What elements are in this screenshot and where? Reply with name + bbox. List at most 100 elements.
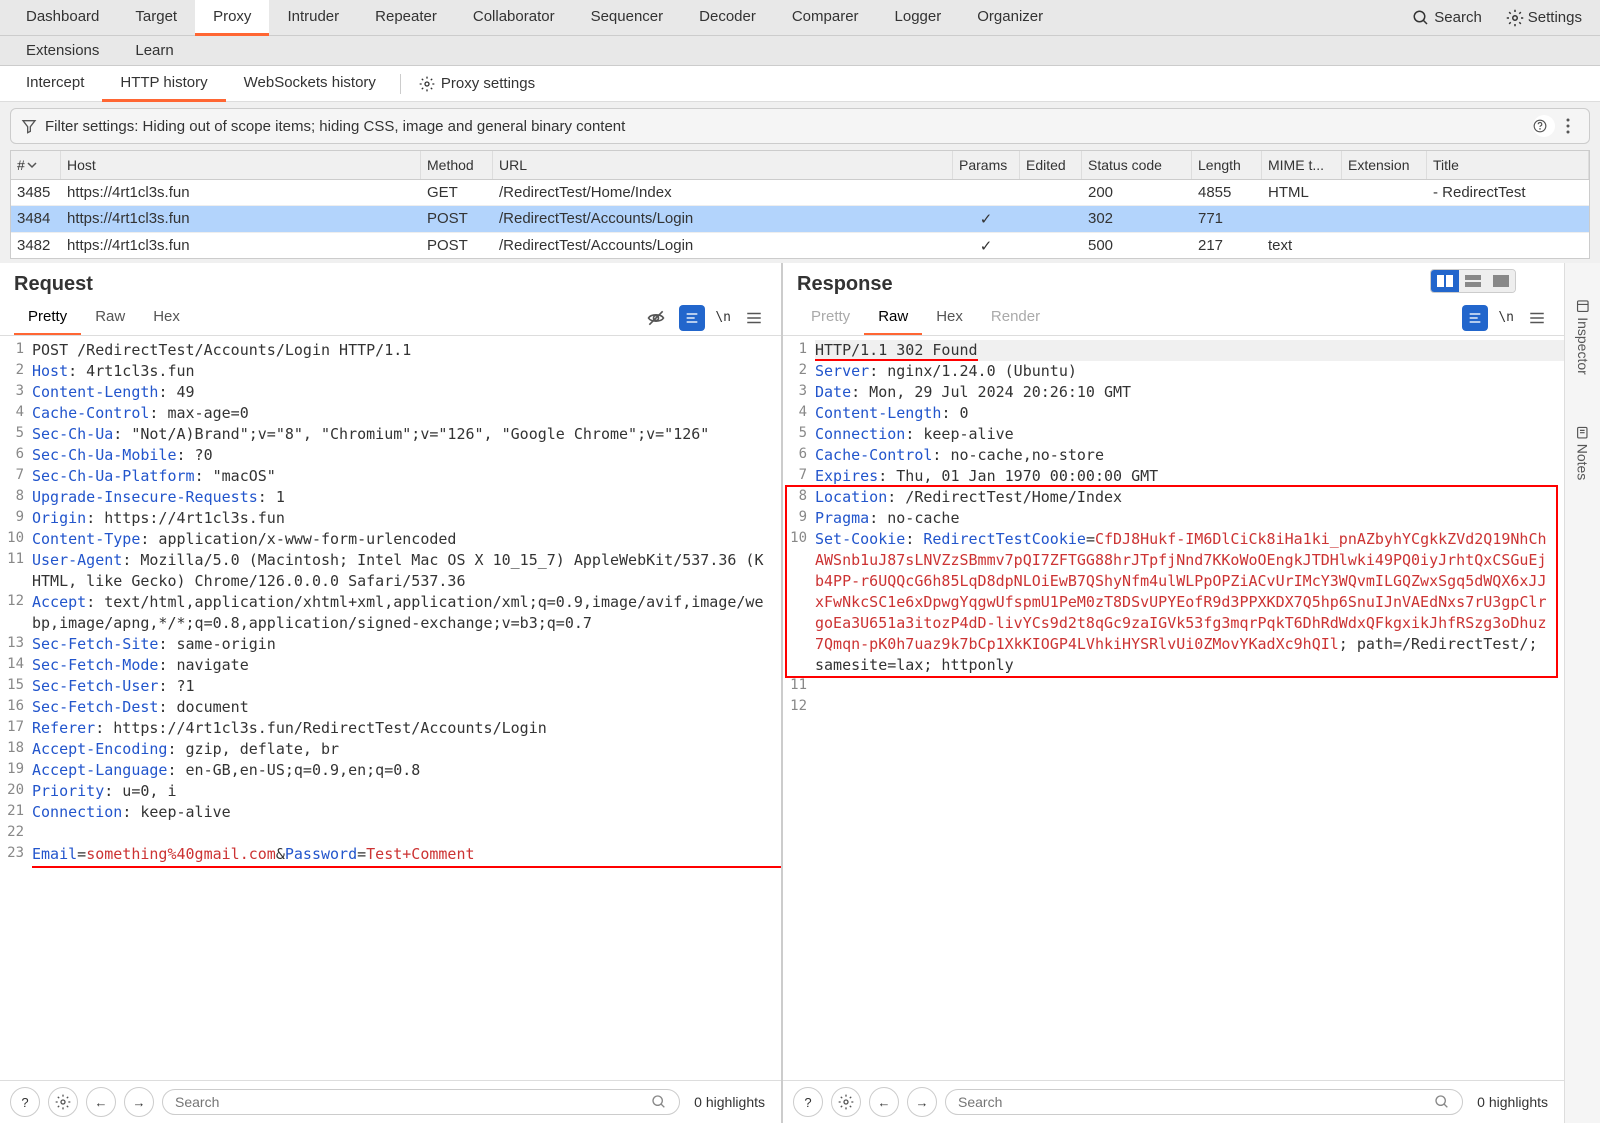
code-line: 11User-Agent: Mozilla/5.0 (Macintosh; In… [0, 550, 781, 592]
main-tab-dashboard[interactable]: Dashboard [8, 0, 117, 36]
filter-bar[interactable]: Filter settings: Hiding out of scope ite… [10, 108, 1590, 144]
proxy-sub-tabs: InterceptHTTP historyWebSockets history … [0, 66, 1600, 102]
table-row[interactable]: 3485https://4rt1cl3s.funGET/RedirectTest… [11, 180, 1589, 206]
newline-label[interactable]: \n [715, 310, 731, 325]
code-line: 3Content-Length: 49 [0, 382, 781, 403]
gear-button[interactable] [831, 1087, 861, 1117]
request-title: Request [14, 273, 93, 296]
code-line: 15Sec-Fetch-User: ?1 [0, 676, 781, 697]
code-line: 14Sec-Fetch-Mode: navigate [0, 655, 781, 676]
forward-button[interactable]: → [124, 1087, 154, 1117]
newline-label[interactable]: \n [1498, 310, 1514, 325]
col-extension[interactable]: Extension [1342, 151, 1427, 179]
layout-combined[interactable] [1487, 270, 1515, 292]
view-tab-render[interactable]: Render [977, 300, 1054, 335]
view-tab-pretty[interactable]: Pretty [14, 300, 81, 335]
main-tabs: DashboardTargetProxyIntruderRepeaterColl… [0, 0, 1600, 36]
col-params[interactable]: Params [953, 151, 1020, 179]
view-tab-raw[interactable]: Raw [864, 300, 922, 335]
main-tab-organizer[interactable]: Organizer [959, 0, 1061, 36]
code-line: 7Sec-Ch-Ua-Platform: "macOS" [0, 466, 781, 487]
proxy-settings-label: Proxy settings [441, 75, 535, 92]
request-search-box[interactable] [162, 1089, 680, 1115]
notes-tab[interactable]: Notes [1575, 426, 1591, 481]
search-icon [1412, 9, 1430, 27]
code-line: 9Origin: https://4rt1cl3s.fun [0, 508, 781, 529]
col-method[interactable]: Method [421, 151, 493, 179]
code-line: 2Host: 4rt1cl3s.fun [0, 361, 781, 382]
main-tab-sequencer[interactable]: Sequencer [573, 0, 682, 36]
main-tab-proxy[interactable]: Proxy [195, 0, 269, 36]
code-line: 8Upgrade-Insecure-Requests: 1 [0, 487, 781, 508]
settings-button[interactable]: Settings [1496, 3, 1592, 33]
code-line: 9Pragma: no-cache [783, 508, 1564, 529]
response-code[interactable]: 1HTTP/1.1 302 Found2Server: nginx/1.24.0… [783, 336, 1564, 1080]
sub-tab-intercept[interactable]: Intercept [8, 66, 102, 102]
more-icon[interactable] [1565, 117, 1579, 135]
search-button[interactable]: Search [1402, 3, 1492, 33]
response-pane: Response PrettyRawHexRender \n 1HTTP/1.1… [783, 263, 1564, 1123]
main-tab-intruder[interactable]: Intruder [269, 0, 357, 36]
col-title[interactable]: Title [1427, 151, 1589, 179]
help-button[interactable]: ? [793, 1087, 823, 1117]
gear-icon [1506, 9, 1524, 27]
request-search-input[interactable] [175, 1094, 651, 1110]
code-line: 1POST /RedirectTest/Accounts/Login HTTP/… [0, 340, 781, 361]
main-tab-comparer[interactable]: Comparer [774, 0, 877, 36]
code-line: 2Server: nginx/1.24.0 (Ubuntu) [783, 361, 1564, 382]
secondary-tabs: ExtensionsLearn [0, 36, 1600, 66]
sub-tab-websockets-history[interactable]: WebSockets history [226, 66, 394, 102]
forward-button[interactable]: → [907, 1087, 937, 1117]
main-tab-extensions[interactable]: Extensions [8, 36, 117, 65]
response-search-input[interactable] [958, 1094, 1434, 1110]
code-line: 3Date: Mon, 29 Jul 2024 20:26:10 GMT [783, 382, 1564, 403]
col-number[interactable]: # [11, 151, 61, 179]
response-search-box[interactable] [945, 1089, 1463, 1115]
main-tab-collaborator[interactable]: Collaborator [455, 0, 573, 36]
help-button[interactable]: ? [10, 1087, 40, 1117]
pretty-toggle-icon[interactable] [1462, 305, 1488, 331]
hamburger-icon[interactable] [741, 305, 767, 331]
col-edited[interactable]: Edited [1020, 151, 1082, 179]
col-status[interactable]: Status code [1082, 151, 1192, 179]
table-header: # Host Method URL Params Edited Status c… [11, 151, 1589, 180]
col-mime[interactable]: MIME t... [1262, 151, 1342, 179]
code-line: 23Email=something%40gmail.com&Password=T… [0, 844, 781, 868]
view-tab-hex[interactable]: Hex [922, 300, 977, 335]
gear-button[interactable] [48, 1087, 78, 1117]
table-row[interactable]: 3482https://4rt1cl3s.funPOST/RedirectTes… [11, 233, 1589, 258]
request-status-bar: ? ← → 0 highlights [0, 1080, 781, 1123]
back-button[interactable]: ← [869, 1087, 899, 1117]
col-length[interactable]: Length [1192, 151, 1262, 179]
filter-icon [21, 118, 45, 134]
main-tab-logger[interactable]: Logger [877, 0, 960, 36]
pretty-toggle-icon[interactable] [679, 305, 705, 331]
main-tab-learn[interactable]: Learn [117, 36, 191, 65]
sub-tab-http-history[interactable]: HTTP history [102, 66, 225, 102]
hamburger-icon[interactable] [1524, 305, 1550, 331]
code-line: 18Accept-Encoding: gzip, deflate, br [0, 739, 781, 760]
main-tab-repeater[interactable]: Repeater [357, 0, 455, 36]
col-url[interactable]: URL [493, 151, 953, 179]
request-code[interactable]: 1POST /RedirectTest/Accounts/Login HTTP/… [0, 336, 781, 1080]
view-tab-raw[interactable]: Raw [81, 300, 139, 335]
table-row[interactable]: 3484https://4rt1cl3s.funPOST/RedirectTes… [11, 206, 1589, 233]
request-view-tabs: PrettyRawHex \n [0, 300, 781, 336]
view-tab-pretty[interactable]: Pretty [797, 300, 864, 335]
code-line: 4Content-Length: 0 [783, 403, 1564, 424]
main-tab-decoder[interactable]: Decoder [681, 0, 774, 36]
code-line: 20Priority: u=0, i [0, 781, 781, 802]
proxy-settings-button[interactable]: Proxy settings [407, 69, 547, 98]
inspector-tab[interactable]: Inspector [1575, 299, 1591, 375]
filter-text: Filter settings: Hiding out of scope ite… [45, 118, 625, 135]
code-line: 22 [0, 823, 781, 844]
col-host[interactable]: Host [61, 151, 421, 179]
main-tab-target[interactable]: Target [117, 0, 195, 36]
layout-stacked[interactable] [1459, 270, 1487, 292]
layout-side-by-side[interactable] [1431, 270, 1459, 292]
help-icon[interactable] [1533, 115, 1555, 137]
hide-icon[interactable] [643, 305, 669, 331]
view-tab-hex[interactable]: Hex [139, 300, 194, 335]
back-button[interactable]: ← [86, 1087, 116, 1117]
code-line: 13Sec-Fetch-Site: same-origin [0, 634, 781, 655]
